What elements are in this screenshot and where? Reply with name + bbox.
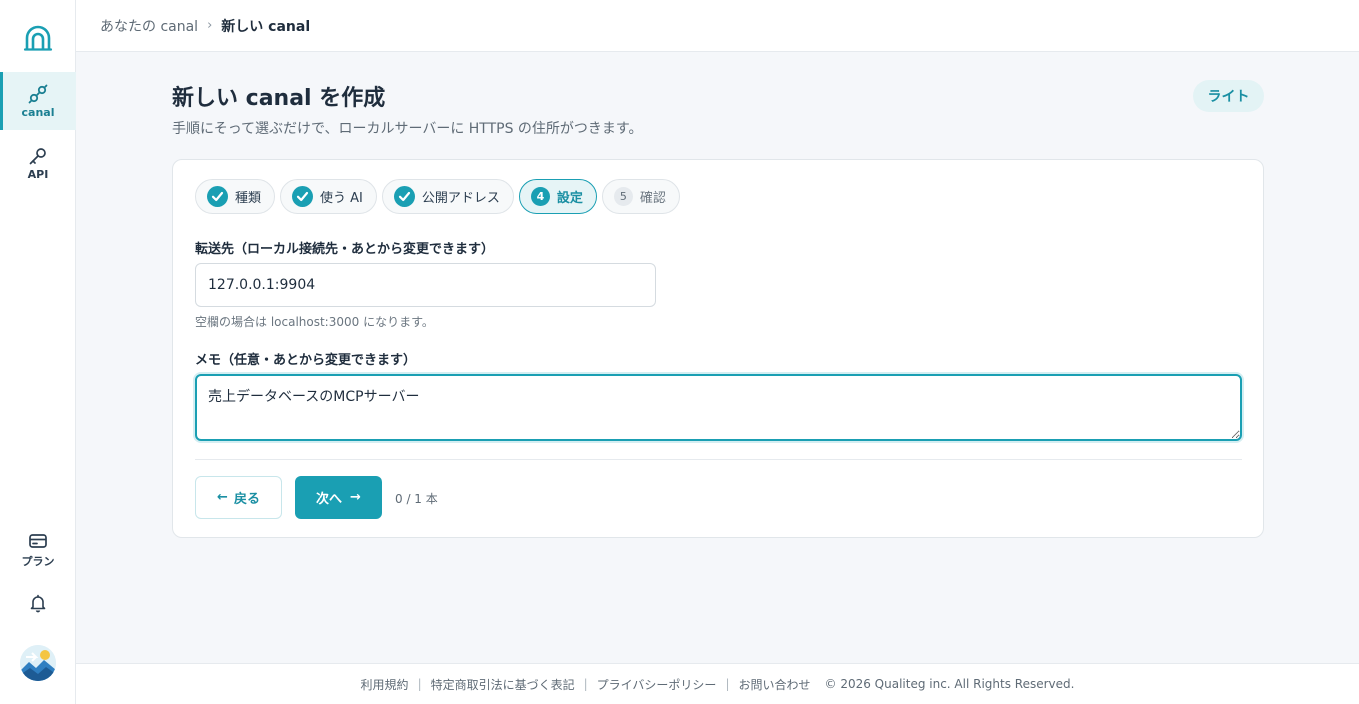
credit-card-icon — [27, 530, 49, 552]
next-button[interactable]: 次へ → — [295, 476, 382, 519]
create-canal-card: 種類 使う AI 公開アドレス 4 設定 5 確認 転送先（ローカル接続先・あと… — [172, 159, 1264, 538]
step-confirm[interactable]: 5 確認 — [601, 179, 680, 214]
step-label: 種類 — [235, 191, 262, 206]
next-button-label: 次へ — [316, 492, 343, 507]
step-number: 5 — [613, 187, 633, 206]
footer-link-terms[interactable]: 利用規約 — [361, 676, 409, 693]
breadcrumb-current: 新しい canal — [221, 18, 311, 35]
sidebar-item-label: canal — [21, 106, 55, 119]
key-icon — [27, 145, 49, 167]
tunnel-arch-icon[interactable] — [22, 24, 54, 52]
page-subtitle: 手順にそって選ぶだけで、ローカルサーバーに HTTPS の住所がつきます。 — [172, 121, 643, 137]
step-label: 確認 — [639, 191, 666, 206]
footer-separator: | — [417, 677, 422, 691]
bell-icon[interactable] — [27, 592, 49, 614]
check-icon — [207, 186, 228, 207]
target-label: 転送先（ローカル接続先・あとから変更できます） — [195, 242, 495, 257]
footer-separator: | — [583, 677, 588, 691]
step-ai[interactable]: 使う AI — [280, 179, 377, 214]
footer-link-commerce[interactable]: 特定商取引法に基づく表記 — [431, 676, 575, 693]
canal-count: 0 / 1 本 — [395, 492, 438, 506]
check-icon — [393, 186, 415, 207]
arrow-left-icon: ← — [217, 490, 228, 505]
footer-separator: | — [725, 677, 730, 691]
plan-badge: ライト — [1193, 80, 1264, 112]
user-avatar[interactable] — [20, 645, 56, 681]
step-public-address[interactable]: 公開アドレス — [381, 179, 514, 214]
memo-label: メモ（任意・あとから変更できます） — [195, 353, 417, 368]
step-number: 4 — [530, 187, 550, 206]
stepper: 種類 使う AI 公開アドレス 4 設定 5 確認 — [195, 179, 680, 214]
copyright: © 2026 Qualiteg inc. All Rights Reserved… — [824, 677, 1075, 691]
back-button-label: 戻る — [233, 492, 260, 507]
target-input[interactable] — [195, 263, 656, 307]
page-title: 新しい canal を作成 — [172, 86, 386, 111]
sidebar: canal API プラン — [0, 0, 76, 704]
arrow-right-icon: → — [350, 490, 361, 505]
step-label: 設定 — [556, 191, 583, 206]
divider — [195, 459, 1242, 460]
target-help-text: 空欄の場合は localhost:3000 になります。 — [195, 315, 434, 329]
footer: 利用規約 | 特定商取引法に基づく表記 | プライバシーポリシー | お問い合わ… — [76, 663, 1359, 704]
sidebar-item-label: API — [27, 168, 49, 181]
sidebar-item-api[interactable]: API — [0, 134, 76, 192]
step-settings[interactable]: 4 設定 — [518, 179, 597, 214]
footer-link-privacy[interactable]: プライバシーポリシー — [597, 676, 717, 693]
memo-textarea[interactable]: 売上データベースのMCPサーバー — [195, 374, 1242, 441]
breadcrumb: あなたの canal › 新しい canal — [76, 0, 1359, 52]
sidebar-item-label: プラン — [21, 554, 55, 568]
step-type[interactable]: 種類 — [195, 179, 276, 214]
step-label: 使う AI — [320, 191, 363, 206]
check-icon — [292, 186, 314, 207]
chevron-right-icon: › — [207, 18, 213, 33]
breadcrumb-parent-link[interactable]: あなたの canal — [100, 16, 198, 36]
step-label: 公開アドレス — [421, 191, 500, 206]
sidebar-item-canal[interactable]: canal — [0, 72, 76, 130]
footer-link-contact[interactable]: お問い合わせ — [738, 676, 810, 693]
link-icon — [27, 83, 49, 105]
sidebar-item-plan[interactable]: プラン — [0, 520, 76, 578]
back-button[interactable]: ← 戻る — [195, 476, 282, 519]
